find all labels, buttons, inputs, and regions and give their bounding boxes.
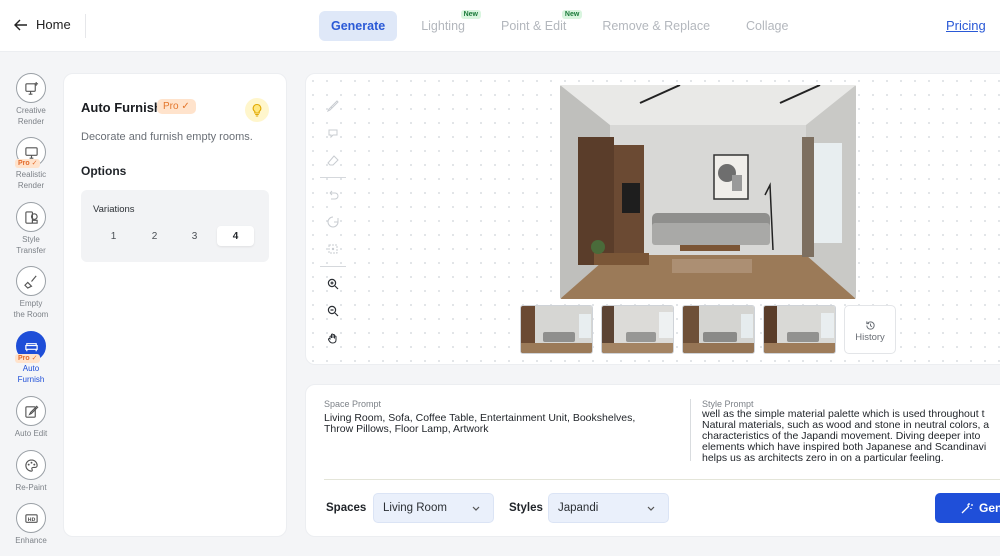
hand-pan-icon[interactable] <box>323 328 343 348</box>
new-badge: New <box>460 10 481 19</box>
styles-label: Styles <box>509 502 543 514</box>
sidebar-item-label: Style <box>22 235 40 244</box>
divider <box>324 479 1000 480</box>
sidebar-item-enhance[interactable]: HD Enhance <box>0 503 62 546</box>
spaces-label: Spaces <box>326 502 367 514</box>
brush-icon[interactable] <box>323 96 343 116</box>
styles-value: Japandi <box>558 502 599 514</box>
sidebar-item-label: Empty <box>19 299 43 308</box>
generated-room-image <box>560 85 856 299</box>
zoom-out-icon[interactable] <box>323 301 343 321</box>
select-area-icon[interactable] <box>323 239 343 259</box>
sidebar-item-re-paint[interactable]: Re-Paint <box>0 450 62 493</box>
divider <box>320 266 346 267</box>
palette-icon <box>16 450 46 480</box>
mode-tabs: Generate Lighting New Point & Edit New Rem… <box>319 10 812 41</box>
variations-selector: Variations 1 2 3 4 <box>81 190 269 262</box>
prompt-panel: Space Prompt Living Room, Sofa, Coffee T… <box>305 384 1000 537</box>
variation-option-3[interactable]: 3 <box>176 226 213 246</box>
sidebar-item-creative-render[interactable]: Creative Render <box>0 73 62 127</box>
divider <box>320 177 346 178</box>
hd-icon: HD <box>16 503 46 533</box>
broom-icon <box>16 266 46 296</box>
sidebar-item-empty-room[interactable]: Empty the Room <box>0 266 62 320</box>
monitor-plus-icon <box>16 73 46 103</box>
sidebar-item-label: Realistic <box>15 170 47 179</box>
tab-point-edit[interactable]: Point & Edit New <box>489 10 583 41</box>
pro-badge: Pro ✓ <box>157 99 196 114</box>
tab-generate[interactable]: Generate <box>319 11 398 41</box>
tab-collage[interactable]: Collage <box>734 11 800 41</box>
thumbnail-variation-4[interactable] <box>763 305 836 354</box>
tab-remove-replace[interactable]: Remove & Replace <box>590 11 722 41</box>
edit-icon <box>16 396 46 426</box>
sidebar-item-label: Auto Edit <box>14 429 48 438</box>
divider <box>690 399 691 461</box>
history-icon <box>865 321 875 330</box>
pricing-link[interactable]: Pricing <box>946 18 986 33</box>
redo-icon[interactable] <box>323 212 343 232</box>
lightbulb-icon[interactable] <box>245 98 269 122</box>
sidebar-item-label: Render <box>17 117 45 126</box>
sidebar-item-label: Transfer <box>16 246 46 255</box>
svg-text:HD: HD <box>27 516 35 522</box>
thumbnail-variation-3[interactable] <box>682 305 755 354</box>
arrow-left-icon <box>14 19 27 30</box>
generate-label: Gen <box>979 501 1000 515</box>
home-label: Home <box>36 17 71 32</box>
space-prompt-label: Space Prompt <box>324 399 382 409</box>
sidebar-item-realistic-render[interactable]: Pro ✓ Realistic Render <box>0 137 62 191</box>
sidebar-item-label: Creative <box>16 106 46 115</box>
history-button[interactable]: History <box>844 305 896 354</box>
history-label: History <box>855 332 885 343</box>
options-heading: Options <box>81 164 127 178</box>
sidebar-item-label: Re-Paint <box>15 483 47 492</box>
sidebar-item-label: Auto <box>22 364 40 373</box>
canvas-toolbar <box>320 96 346 355</box>
image-canvas: History <box>305 73 1000 365</box>
home-button[interactable]: Home <box>14 17 71 32</box>
sidebar-item-style-transfer[interactable]: Style Transfer <box>0 202 62 256</box>
top-bar: Home Generate Lighting New Point & Edit Ne… <box>0 0 1000 52</box>
sidebar-item-label: Enhance <box>15 536 47 545</box>
spaces-dropdown[interactable]: Living Room <box>373 493 494 523</box>
variation-option-4[interactable]: 4 <box>217 226 254 246</box>
pro-badge: Pro ✓ <box>15 159 41 168</box>
divider <box>85 14 86 38</box>
variations-label: Variations <box>93 204 135 215</box>
style-transfer-icon <box>16 202 46 232</box>
zoom-in-icon[interactable] <box>323 274 343 294</box>
generate-button[interactable]: Gen <box>935 493 1000 523</box>
tab-lighting[interactable]: Lighting New <box>409 10 481 41</box>
panel-title: Auto Furnish <box>81 100 162 115</box>
chevron-down-icon <box>472 506 480 511</box>
sidebar-item-auto-edit[interactable]: Auto Edit <box>0 396 62 439</box>
lasso-icon[interactable] <box>323 123 343 143</box>
pro-badge: Pro ✓ <box>15 354 41 363</box>
thumbnail-variation-2[interactable] <box>601 305 674 354</box>
variation-option-1[interactable]: 1 <box>95 226 132 246</box>
spaces-value: Living Room <box>383 502 447 514</box>
options-panel: Auto Furnish Pro ✓ Decorate and furnish … <box>63 73 287 537</box>
space-prompt-input[interactable]: Living Room, Sofa, Coffee Table, Enterta… <box>324 413 635 435</box>
chevron-down-icon <box>647 506 655 511</box>
sidebar-item-label: Render <box>17 181 45 190</box>
eraser-icon[interactable] <box>323 150 343 170</box>
styles-dropdown[interactable]: Japandi <box>548 493 669 523</box>
undo-icon[interactable] <box>323 185 343 205</box>
style-prompt-label: Style Prompt <box>702 399 754 409</box>
thumbnail-variation-1[interactable] <box>520 305 593 354</box>
sidebar-item-auto-furnish[interactable]: Pro ✓ Auto Furnish <box>0 331 62 385</box>
sidebar-item-label: the Room <box>13 310 49 319</box>
magic-wand-icon <box>961 503 973 514</box>
style-prompt-input[interactable]: well as the simple material palette whic… <box>702 409 1000 464</box>
tool-sidebar: Creative Render Pro ✓ Realistic Render S… <box>0 60 62 550</box>
panel-description: Decorate and furnish empty rooms. <box>81 131 253 143</box>
variation-option-2[interactable]: 2 <box>136 226 173 246</box>
new-badge: New <box>561 10 583 19</box>
sidebar-item-label: Furnish <box>17 375 45 384</box>
